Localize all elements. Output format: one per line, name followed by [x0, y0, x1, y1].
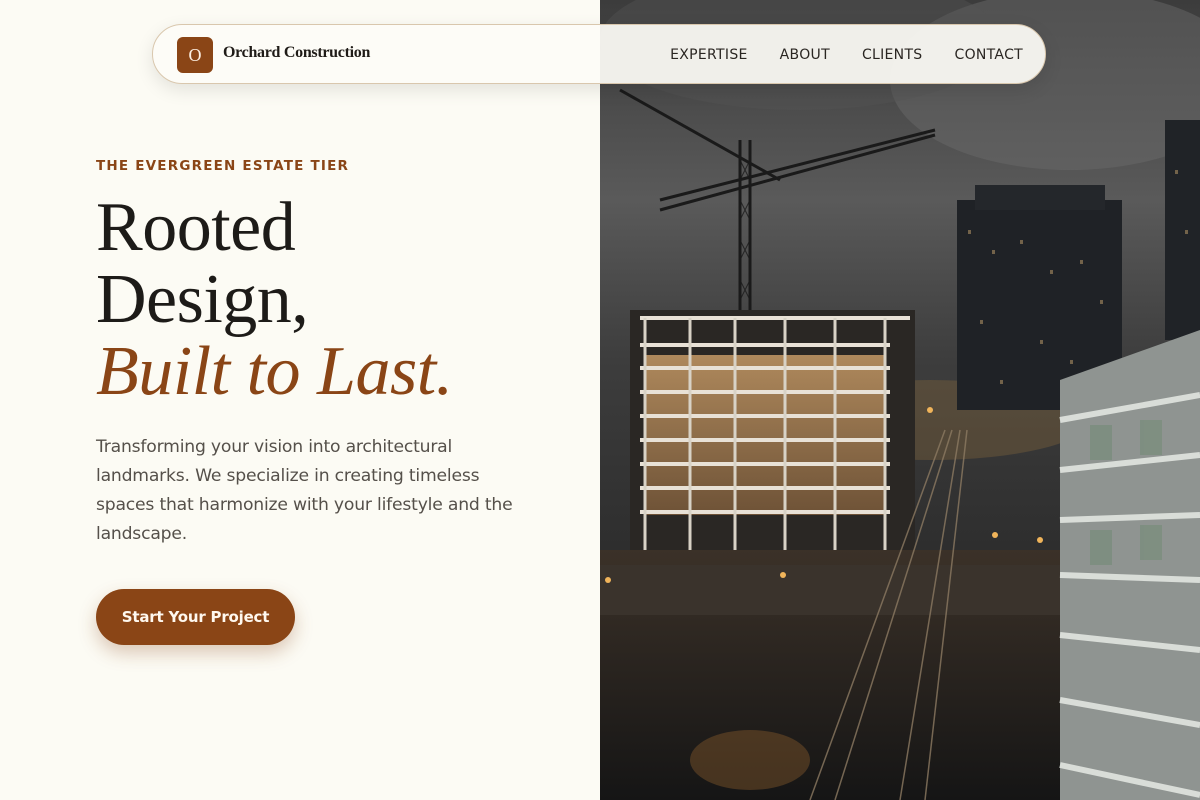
nav-link-clients[interactable]: CLIENTS	[862, 47, 923, 63]
hero-photo	[600, 0, 1200, 800]
hero-headline: Rooted Design, Built to Last.	[96, 192, 453, 408]
nav-link-expertise[interactable]: EXPERTISE	[670, 47, 748, 63]
nav-links: EXPERTISE ABOUT CLIENTS CONTACT	[670, 25, 1023, 85]
brand-name[interactable]: Orchard Construction	[223, 44, 370, 62]
nav-link-contact[interactable]: CONTACT	[955, 47, 1024, 63]
top-nav: O Orchard Construction EXPERTISE ABOUT C…	[152, 24, 1046, 84]
start-project-button[interactable]: Start Your Project	[96, 589, 295, 645]
hero-description: Transforming your vision into architectu…	[96, 437, 513, 544]
nav-link-about[interactable]: ABOUT	[780, 47, 830, 63]
logo-letter: O	[188, 44, 202, 65]
hero-eyebrow: THE EVERGREEN ESTATE TIER	[96, 158, 350, 174]
headline-line-2: Design,	[96, 261, 309, 338]
logo-mark[interactable]: O	[177, 37, 213, 73]
headline-accent: Built to Last.	[96, 333, 453, 410]
headline-line-1: Rooted	[96, 189, 296, 266]
